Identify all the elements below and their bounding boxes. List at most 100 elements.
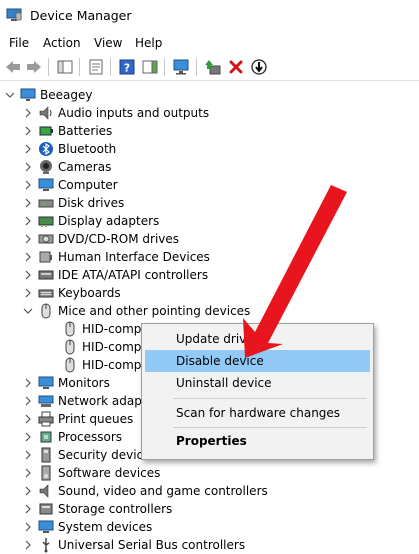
tree-item-label: Storage controllers: [58, 502, 173, 516]
tree-category[interactable]: Disk drives: [22, 194, 124, 212]
menu-help[interactable]: Help: [135, 36, 162, 50]
window-title: Device Manager: [30, 8, 132, 23]
tree-device-hid-mouse[interactable]: HID-compl: [46, 320, 145, 338]
speaker-icon: [38, 105, 54, 121]
menu-view[interactable]: View: [94, 36, 122, 50]
mouse-icon: [62, 357, 78, 373]
tree-category[interactable]: Monitors: [22, 374, 110, 392]
tree-category[interactable]: Universal Serial Bus controllers: [22, 536, 245, 554]
context-scan-hardware[interactable]: Scan for hardware changes: [145, 402, 370, 424]
tree-root-computer[interactable]: Beeagey: [4, 86, 92, 104]
tree-category[interactable]: Software devices: [22, 464, 160, 482]
menu-file[interactable]: File: [9, 36, 29, 50]
battery-icon: [38, 123, 54, 139]
expand-chevron-icon[interactable]: [22, 485, 34, 497]
expand-chevron-icon[interactable]: [22, 125, 34, 137]
storage-controller-icon: [38, 501, 54, 517]
expand-chevron-icon[interactable]: [22, 143, 34, 155]
tree-category[interactable]: Print queues: [22, 410, 133, 428]
tree-category[interactable]: DVD/CD-ROM drives: [22, 230, 179, 248]
tree-item-label: Network adapt: [58, 394, 147, 408]
properties-icon[interactable]: [86, 57, 106, 77]
usb-icon: [38, 537, 54, 553]
tree-category[interactable]: IDE ATA/ATAPI controllers: [22, 266, 208, 284]
expand-chevron-icon[interactable]: [22, 377, 34, 389]
context-item-label: Properties: [176, 434, 247, 448]
tree-category[interactable]: Processors: [22, 428, 122, 446]
context-properties[interactable]: Properties: [145, 430, 370, 452]
tree-device-hid-mouse[interactable]: HID-compl: [46, 356, 145, 374]
enable-device-icon[interactable]: [249, 57, 269, 77]
expand-chevron-icon[interactable]: [22, 431, 34, 443]
uninstall-device-icon[interactable]: [226, 57, 246, 77]
expand-chevron-icon[interactable]: [22, 467, 34, 479]
tree-category[interactable]: Batteries: [22, 122, 112, 140]
tree-item-label: Beeagey: [40, 88, 93, 102]
tree-category[interactable]: Storage controllers: [22, 500, 172, 518]
tree-item-label: Bluetooth: [58, 142, 117, 156]
expand-chevron-icon[interactable]: [22, 521, 34, 533]
keyboard-icon: [38, 285, 54, 301]
context-uninstall-device[interactable]: Uninstall device: [145, 372, 370, 394]
ide-controller-icon: [38, 267, 54, 283]
tree-category[interactable]: Audio inputs and outputs: [22, 104, 209, 122]
show-hide-tree-icon[interactable]: [55, 57, 75, 77]
tree-device-hid-mouse[interactable]: HID-compl: [46, 338, 145, 356]
expand-chevron-icon[interactable]: [22, 233, 34, 245]
hid-icon: [38, 249, 54, 265]
expand-chevron-icon[interactable]: [22, 503, 34, 515]
tree-item-label: Cameras: [58, 160, 112, 174]
expand-chevron-icon[interactable]: [22, 413, 34, 425]
tree-category[interactable]: Network adapt: [22, 392, 147, 410]
context-separator: [173, 427, 367, 428]
tree-item-label: Computer: [58, 178, 118, 192]
tree-category[interactable]: Cameras: [22, 158, 111, 176]
expand-chevron-icon[interactable]: [22, 287, 34, 299]
context-menu: Update driver Disable device Uninstall d…: [141, 323, 374, 460]
menu-action[interactable]: Action: [43, 36, 81, 50]
device-manager-icon: [6, 8, 22, 22]
tree-category[interactable]: Bluetooth: [22, 140, 116, 158]
expand-chevron-icon[interactable]: [22, 251, 34, 263]
mouse-icon: [62, 321, 78, 337]
tree-item-label: Mice and other pointing devices: [58, 304, 251, 318]
tree-category[interactable]: Security devices: [22, 446, 157, 464]
forward-arrow-icon[interactable]: [24, 57, 44, 77]
tree-category[interactable]: Human Interface Devices: [22, 248, 210, 266]
context-disable-device[interactable]: Disable device: [145, 350, 370, 372]
expand-chevron-icon[interactable]: [22, 449, 34, 461]
expand-chevron-icon[interactable]: [22, 107, 34, 119]
back-arrow-icon[interactable]: [3, 57, 23, 77]
collapse-chevron-icon[interactable]: [4, 89, 16, 101]
expand-chevron-icon[interactable]: [22, 215, 34, 227]
update-driver-icon[interactable]: [203, 57, 223, 77]
tree-item-label: Processors: [58, 430, 123, 444]
collapse-chevron-icon[interactable]: [22, 305, 34, 317]
svg-text:?: ?: [124, 62, 130, 75]
tree-category[interactable]: Sound, video and game controllers: [22, 482, 268, 500]
expand-chevron-icon[interactable]: [22, 197, 34, 209]
tree-category[interactable]: Mice and other pointing devices: [22, 302, 250, 320]
expand-chevron-icon[interactable]: [22, 161, 34, 173]
tree-category[interactable]: Keyboards: [22, 284, 121, 302]
security-device-icon: [38, 447, 54, 463]
dvd-drive-icon: [38, 231, 54, 247]
context-update-driver[interactable]: Update driver: [145, 328, 370, 350]
scan-hardware-icon[interactable]: [171, 57, 191, 77]
help-icon[interactable]: ?: [117, 57, 137, 77]
tree-category[interactable]: System devices: [22, 518, 152, 536]
action-pane-icon[interactable]: [140, 57, 160, 77]
expand-chevron-icon[interactable]: [22, 269, 34, 281]
expand-chevron-icon[interactable]: [22, 539, 34, 551]
expand-chevron-icon[interactable]: [22, 179, 34, 191]
sound-controller-icon: [38, 483, 54, 499]
tree-category[interactable]: Computer: [22, 176, 118, 194]
processor-icon: [38, 429, 54, 445]
expand-chevron-icon[interactable]: [22, 395, 34, 407]
printer-icon: [38, 411, 54, 427]
tree-category[interactable]: Display adapters: [22, 212, 159, 230]
computer-icon: [38, 177, 54, 193]
network-adapter-icon: [38, 393, 54, 409]
